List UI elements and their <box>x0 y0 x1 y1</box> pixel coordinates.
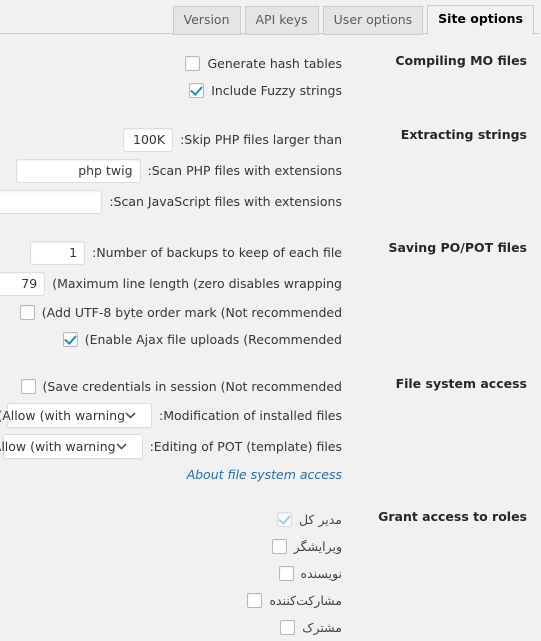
about-file-system-access-link[interactable]: About file system access <box>188 467 343 482</box>
tab-site-options-label: Site options <box>439 11 524 26</box>
scan-php-extensions-control: :Scan PHP files with extensions <box>16 158 344 183</box>
modification-installed-files-value: (Allow (with warning <box>0 408 127 423</box>
section-extracting-strings: Extracting strings :Skip PHP files large… <box>0 124 541 217</box>
section-saving-po-pot-files: Saving PO/POT files :Number of backups t… <box>0 237 541 353</box>
role-subscriber-control: مشترک <box>281 620 343 636</box>
row-include-fuzzy-strings: Include Fuzzy strings <box>0 77 541 104</box>
editing-pot-files-select[interactable]: (Allow (with warning <box>0 434 144 459</box>
row-role-contributor: مشارکت‌کننده <box>0 587 541 614</box>
role-administrator-label: مدیر کل <box>299 511 343 527</box>
section-heading-compiling: Compiling MO files <box>396 53 528 68</box>
tab-user-options-label: User options <box>334 12 414 27</box>
chevron-down-icon <box>126 412 137 419</box>
row-ajax-uploads: (Enable Ajax file uploads (Recommended <box>0 326 541 353</box>
row-scan-php-extensions: :Scan PHP files with extensions <box>0 155 541 186</box>
role-author-label: نویسنده <box>301 565 343 581</box>
role-contributor-label: مشارکت‌کننده <box>270 592 343 608</box>
section-heading-filesystem: File system access <box>396 376 528 391</box>
scan-js-extensions-control: :Scan JavaScript files with extensions <box>0 189 343 214</box>
scan-js-extensions-input[interactable] <box>0 189 104 214</box>
row-role-author: نویسنده <box>0 560 541 587</box>
row-maximum-line-length: (Maximum line length (zero disables wrap… <box>0 268 541 299</box>
section-heading-roles: Grant access to roles <box>379 509 528 524</box>
row-modification-installed-files: :Modification of installed files (Allow … <box>0 400 541 431</box>
ajax-uploads-control: (Enable Ajax file uploads (Recommended <box>63 331 343 348</box>
tab-site-options[interactable]: Site options <box>428 5 535 35</box>
tab-api-keys-label: API keys <box>256 12 309 27</box>
tab-api-keys[interactable]: API keys <box>245 6 320 35</box>
section-grant-access-to-roles: Grant access to roles مدیر کل ویرایشگر ن… <box>0 506 541 641</box>
role-contributor-checkbox[interactable] <box>248 593 264 608</box>
modification-installed-files-control: :Modification of installed files (Allow … <box>0 403 343 428</box>
skip-php-files-control: :Skip PHP files larger than <box>124 127 343 152</box>
section-heading-saving: Saving PO/POT files <box>389 240 528 255</box>
row-scan-js-extensions: :Scan JavaScript files with extensions <box>0 186 541 217</box>
skip-php-files-label: :Skip PHP files larger than <box>181 131 343 147</box>
generate-hash-tables-control: Generate hash tables <box>186 56 343 72</box>
scan-php-extensions-input[interactable] <box>16 158 142 183</box>
editing-pot-files-control: :Editing of POT (template) files (Allow … <box>0 434 343 459</box>
row-about-file-system-access: About file system access <box>0 462 541 486</box>
modification-installed-files-label: :Modification of installed files <box>160 407 343 423</box>
role-subscriber-label: مشترک <box>303 619 343 635</box>
ajax-uploads-label: (Enable Ajax file uploads (Recommended <box>85 331 343 347</box>
maximum-line-length-input[interactable] <box>0 271 47 296</box>
section-heading-extracting: Extracting strings <box>401 127 528 142</box>
save-credentials-label: (Save credentials in session (Not recomm… <box>43 378 343 394</box>
scan-php-extensions-label: :Scan PHP files with extensions <box>148 162 344 178</box>
tab-version[interactable]: Version <box>173 6 242 35</box>
role-subscriber-checkbox[interactable] <box>281 620 297 635</box>
role-editor-label: ویرایشگر <box>294 538 343 554</box>
row-editing-pot-files: :Editing of POT (template) files (Allow … <box>0 431 541 462</box>
section-compiling-mo-files: Compiling MO files Generate hash tables … <box>0 50 541 104</box>
skip-php-size-input[interactable] <box>124 127 175 152</box>
save-credentials-control: (Save credentials in session (Not recomm… <box>21 378 343 395</box>
number-of-backups-input[interactable] <box>31 240 87 265</box>
generate-hash-tables-checkbox[interactable] <box>186 56 202 71</box>
utf8-bom-control: (Add UTF-8 byte order mark (Not recommen… <box>20 304 343 321</box>
section-file-system-access: File system access (Save credentials in … <box>0 373 541 486</box>
include-fuzzy-strings-checkbox[interactable] <box>190 83 206 98</box>
role-editor-control: ویرایشگر <box>272 538 343 555</box>
modification-installed-files-select[interactable]: (Allow (with warning <box>0 403 154 428</box>
role-author-checkbox[interactable] <box>279 566 295 581</box>
role-author-control: نویسنده <box>279 565 343 582</box>
number-of-backups-control: :Number of backups to keep of each file <box>31 240 343 265</box>
number-of-backups-label: :Number of backups to keep of each file <box>93 244 343 260</box>
row-utf8-bom: (Add UTF-8 byte order mark (Not recommen… <box>0 299 541 326</box>
role-administrator-control: مدیر کل <box>277 511 343 528</box>
maximum-line-length-label: (Maximum line length (zero disables wrap… <box>53 275 343 291</box>
editing-pot-files-label: :Editing of POT (template) files <box>150 438 343 454</box>
row-role-subscriber: مشترک <box>0 614 541 641</box>
tab-user-options[interactable]: User options <box>323 6 425 35</box>
include-fuzzy-strings-control: Include Fuzzy strings <box>190 83 343 99</box>
role-administrator-checkbox <box>277 512 293 527</box>
generate-hash-tables-label: Generate hash tables <box>208 55 343 71</box>
chevron-down-icon <box>116 443 128 450</box>
scan-js-extensions-label: :Scan JavaScript files with extensions <box>110 193 343 209</box>
editing-pot-files-value: (Allow (with warning <box>0 439 117 454</box>
maximum-line-length-control: (Maximum line length (zero disables wrap… <box>0 271 343 296</box>
tab-list: Version API keys User options Site optio… <box>173 4 535 35</box>
utf8-bom-checkbox[interactable] <box>20 305 36 320</box>
save-credentials-checkbox[interactable] <box>21 379 37 394</box>
site-options-form: Compiling MO files Generate hash tables … <box>0 36 541 641</box>
tab-bar: Version API keys User options Site optio… <box>0 0 541 36</box>
row-role-editor: ویرایشگر <box>0 533 541 560</box>
ajax-uploads-checkbox[interactable] <box>63 332 79 347</box>
include-fuzzy-strings-label: Include Fuzzy strings <box>212 82 343 98</box>
tab-version-label: Version <box>184 12 231 27</box>
role-contributor-control: مشارکت‌کننده <box>248 593 343 609</box>
utf8-bom-label: (Add UTF-8 byte order mark (Not recommen… <box>42 304 343 320</box>
role-editor-checkbox[interactable] <box>272 539 288 554</box>
